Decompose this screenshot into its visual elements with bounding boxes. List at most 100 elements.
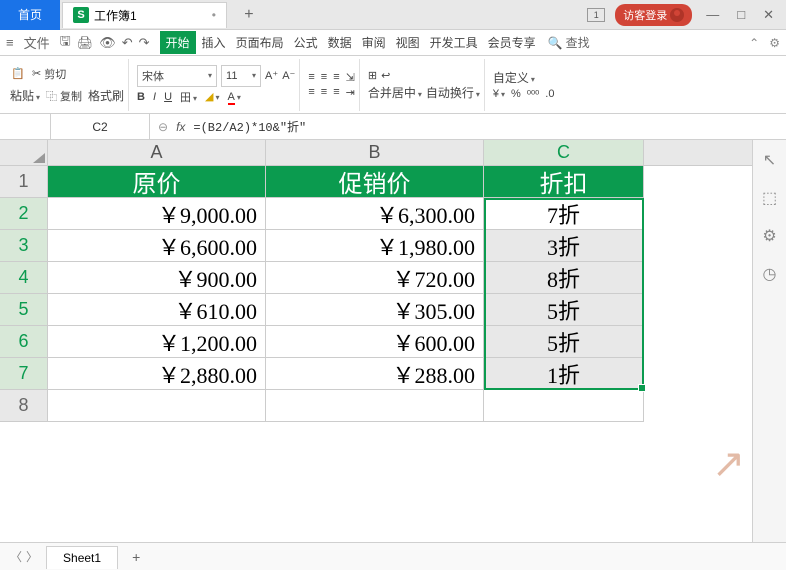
row-header[interactable]: 4	[0, 262, 48, 294]
align-left-icon[interactable]: ≡	[308, 86, 314, 98]
cell[interactable]: ￥1,200.00	[48, 326, 266, 358]
row-header[interactable]: 1	[0, 166, 48, 198]
row-header[interactable]: 5	[0, 294, 48, 326]
align-bot-icon[interactable]: ≡	[333, 71, 339, 83]
cursor-tool-icon[interactable]: ↖	[763, 150, 776, 170]
thousands-icon[interactable]: ᵒᵒᵒ	[527, 88, 539, 100]
cut-button[interactable]: ✂ 剪切	[30, 64, 68, 84]
col-header-b[interactable]: B	[266, 140, 484, 165]
cell[interactable]: ￥6,600.00	[48, 230, 266, 262]
cell[interactable]: 5折	[484, 294, 644, 326]
cell[interactable]: ￥900.00	[48, 262, 266, 294]
cell[interactable]	[266, 390, 484, 422]
merge-button[interactable]: 合并居中	[368, 84, 422, 101]
fx-icon[interactable]: fx	[176, 120, 185, 134]
tab-data[interactable]: 数据	[324, 34, 356, 51]
name-box[interactable]: C2	[50, 114, 150, 139]
tab-start[interactable]: 开始	[160, 31, 196, 54]
currency-icon[interactable]: ¥	[493, 88, 505, 100]
cancel-fx-icon[interactable]: ⊖	[158, 120, 168, 134]
number-format-select[interactable]: 自定义	[493, 69, 535, 86]
font-color-button[interactable]: A	[228, 91, 241, 103]
align-right-icon[interactable]: ≡	[333, 86, 339, 98]
cell[interactable]	[48, 390, 266, 422]
border-button[interactable]: 田	[180, 89, 197, 105]
preview-icon[interactable]: 👁	[99, 35, 116, 51]
undo-icon[interactable]: ↶	[122, 35, 133, 51]
collapse-ribbon-icon[interactable]: ⌃	[749, 36, 759, 50]
tab-view[interactable]: 视图	[392, 34, 424, 51]
maximize-button[interactable]: □	[733, 7, 749, 22]
tab-review[interactable]: 审阅	[358, 34, 390, 51]
bold-button[interactable]: B	[137, 91, 145, 103]
cell[interactable]: ￥1,980.00	[266, 230, 484, 262]
percent-icon[interactable]: %	[511, 88, 521, 100]
col-header-c[interactable]: C	[484, 140, 644, 165]
cell[interactable]: ￥6,300.00	[266, 198, 484, 230]
settings-tool-icon[interactable]: ⚙	[762, 226, 776, 246]
cell[interactable]: 原价	[48, 166, 266, 198]
tab-layout[interactable]: 页面布局	[232, 34, 288, 51]
col-header-a[interactable]: A	[48, 140, 266, 165]
home-tab[interactable]: 首页	[0, 0, 60, 30]
paste-icon[interactable]: 📋	[10, 66, 26, 82]
cell[interactable]: 5折	[484, 326, 644, 358]
sheet-tab[interactable]: Sheet1	[46, 546, 118, 569]
search-box[interactable]: 🔍 查找	[548, 34, 590, 51]
align-top-icon[interactable]: ≡	[308, 71, 314, 83]
fill-color-button[interactable]: ◢	[205, 90, 219, 103]
format-painter-button[interactable]: 格式刷	[88, 87, 124, 104]
redo-icon[interactable]: ↷	[139, 35, 150, 51]
paste-button[interactable]: 粘贴	[10, 87, 40, 104]
select-all-corner[interactable]	[0, 140, 48, 165]
cell[interactable]: ￥2,880.00	[48, 358, 266, 390]
row-header[interactable]: 3	[0, 230, 48, 262]
tab-developer[interactable]: 开发工具	[426, 34, 482, 51]
cell[interactable]: 7折	[484, 198, 644, 230]
tab-insert[interactable]: 插入	[198, 34, 230, 51]
decrease-font-icon[interactable]: A⁻	[282, 69, 295, 82]
indent-icon[interactable]: ⇥	[346, 86, 355, 99]
copy-button[interactable]: ⿻ 复制	[44, 86, 84, 106]
select-tool-icon[interactable]: ⬚	[762, 188, 777, 208]
new-tab-button[interactable]: +	[237, 6, 261, 24]
align-mid-icon[interactable]: ≡	[321, 71, 327, 83]
cell[interactable]: ￥305.00	[266, 294, 484, 326]
print-icon[interactable]: 🖨	[77, 35, 94, 51]
row-header[interactable]: 7	[0, 358, 48, 390]
wrap-button[interactable]: 自动换行	[426, 84, 480, 101]
orientation-icon[interactable]: ⇲	[346, 71, 355, 84]
row-header[interactable]: 8	[0, 390, 48, 422]
cell[interactable]: ￥610.00	[48, 294, 266, 326]
font-size-select[interactable]: 11	[221, 65, 261, 87]
cell[interactable]	[484, 390, 644, 422]
app-menu-icon[interactable]: ≡	[6, 35, 14, 50]
decrease-decimal-icon[interactable]: .0	[545, 88, 554, 100]
minimize-button[interactable]: —	[702, 7, 723, 22]
wrap-icon[interactable]: ↩	[381, 69, 390, 82]
row-header[interactable]: 2	[0, 198, 48, 230]
increase-font-icon[interactable]: A⁺	[265, 69, 278, 82]
file-menu[interactable]: 文件	[20, 33, 54, 52]
ribbon-options-icon[interactable]: ⚙	[769, 36, 780, 50]
underline-button[interactable]: U	[164, 91, 172, 103]
cell[interactable]: ￥9,000.00	[48, 198, 266, 230]
cell[interactable]: 3折	[484, 230, 644, 262]
window-count-badge[interactable]: 1	[587, 8, 605, 22]
align-center-icon[interactable]: ≡	[321, 86, 327, 98]
save-icon[interactable]: 🖫	[60, 32, 71, 54]
tab-formula[interactable]: 公式	[290, 34, 322, 51]
cell[interactable]: ￥288.00	[266, 358, 484, 390]
cell[interactable]: ￥600.00	[266, 326, 484, 358]
spreadsheet-grid[interactable]: A B C 1 原价 促销价 折扣 2 ￥9,000.00 ￥6,300.00 …	[0, 140, 752, 542]
cell[interactable]: 8折	[484, 262, 644, 294]
cell[interactable]: 1折	[484, 358, 644, 390]
cell[interactable]: 促销价	[266, 166, 484, 198]
merge-icon[interactable]: ⊞	[368, 69, 377, 82]
property-tool-icon[interactable]: ◷	[763, 264, 777, 284]
guest-login-button[interactable]: 访客登录	[615, 4, 692, 26]
tab-member[interactable]: 会员专享	[484, 34, 540, 51]
italic-button[interactable]: I	[153, 91, 156, 103]
workbook-tab[interactable]: S 工作簿1 •	[62, 2, 227, 28]
row-header[interactable]: 6	[0, 326, 48, 358]
